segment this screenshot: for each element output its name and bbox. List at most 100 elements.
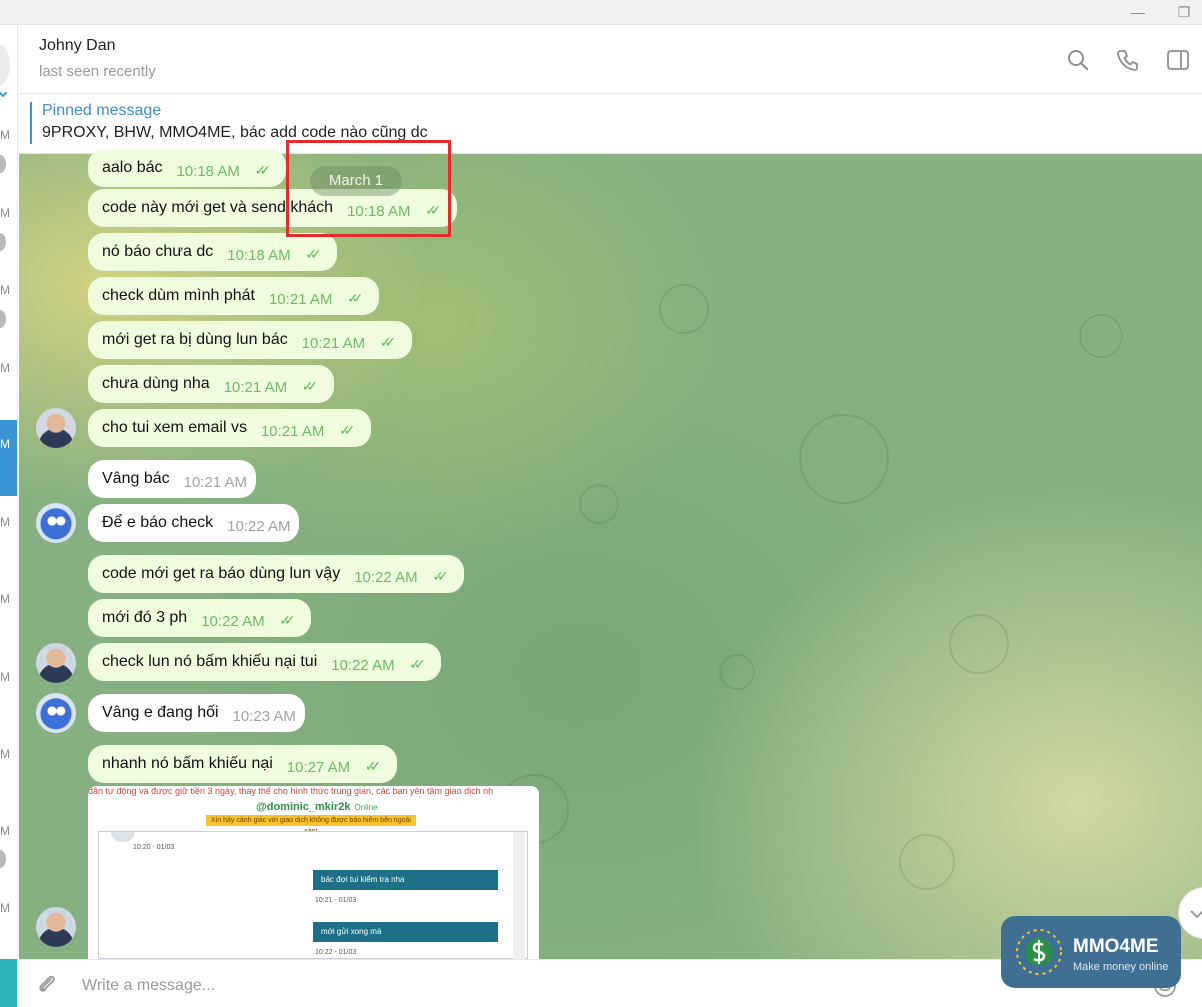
chat-list-item-time[interactable]: M xyxy=(0,824,10,838)
chevron-down-icon xyxy=(1190,910,1202,919)
message-time: 10:21 AM xyxy=(301,335,366,352)
image-message[interactable]: dân tự động và được giữ tiền 3 ngày, tha… xyxy=(88,786,539,959)
chat-list-avatar[interactable] xyxy=(0,45,10,85)
message-text: check dùm mình phát xyxy=(102,287,255,304)
chat-list-item-time[interactable]: M xyxy=(0,283,10,297)
chat-list-item-time[interactable]: M xyxy=(0,592,10,606)
chat-header: Johny Dan last seen recently xyxy=(19,25,1202,94)
read-check-icon: ✓✓ xyxy=(346,290,364,306)
message-text: chưa dùng nha xyxy=(102,375,210,392)
image-scrollbar xyxy=(513,832,525,959)
chat-list-item-time[interactable]: M xyxy=(0,515,10,529)
chat-list-item-time[interactable]: M xyxy=(0,361,10,375)
message-bubble-outgoing[interactable]: chưa dùng nha 10:21 AM ✓✓ xyxy=(88,365,334,403)
message-text: mới get ra bị dùng lun bác xyxy=(102,331,288,348)
message-time: 10:21 AM xyxy=(260,423,325,440)
message-time: 10:22 AM xyxy=(201,613,265,630)
doodle-pattern xyxy=(1079,314,1123,358)
minimize-button[interactable]: — xyxy=(1127,2,1149,22)
message-bubble-outgoing[interactable]: check dùm mình phát 10:21 AM ✓✓ xyxy=(88,277,379,315)
sidebar-toggle-icon[interactable] xyxy=(1165,47,1191,73)
read-check-icon: ✓✓ xyxy=(364,758,382,774)
chat-list-item-time[interactable]: M xyxy=(0,747,10,761)
message-time: 10:22 AM xyxy=(331,657,395,674)
unread-badge xyxy=(0,233,6,251)
image-entry-time: 10:21 - 01/03 xyxy=(315,897,357,904)
chat-list-item-time[interactable]: M xyxy=(0,128,10,142)
attach-icon[interactable] xyxy=(35,973,59,997)
watermark-logo: MMO4ME Make money online xyxy=(1001,916,1181,988)
image-avatar xyxy=(111,832,135,842)
doodle-pattern xyxy=(719,654,755,690)
watermark-tagline: Make money online xyxy=(1073,961,1169,973)
search-icon[interactable] xyxy=(1065,47,1091,73)
sidebar-footer xyxy=(0,959,17,1007)
image-warning-banner: Xin hãy cảnh giác với giao dịch không đư… xyxy=(206,815,416,835)
message-bubble-outgoing[interactable]: nhanh nó bấm khiếu nại 10:27 AM ✓✓ xyxy=(88,745,397,783)
message-bubble-outgoing[interactable]: mới get ra bị dùng lun bác 10:21 AM ✓✓ xyxy=(88,321,412,359)
message-bubble-incoming[interactable]: Vâng bác 10:21 AM xyxy=(88,460,256,498)
avatar[interactable] xyxy=(36,643,76,683)
message-bubble-incoming[interactable]: Vâng e đang hối 10:23 AM xyxy=(88,694,305,732)
message-bubble-outgoing[interactable]: check lun nó bấm khiếu nại tui 10:22 AM ✓✓ xyxy=(88,643,442,681)
read-check-icon: ✓✓ xyxy=(409,656,426,672)
chat-list-item-time[interactable]: M xyxy=(0,206,10,220)
chat-status: last seen recently xyxy=(39,63,156,80)
message-text: nhanh nó bấm khiếu nại xyxy=(102,755,273,772)
pinned-accent-bar xyxy=(30,102,32,144)
message-bubble-outgoing[interactable]: code mới get ra báo dùng lun vậy 10:22 AM… xyxy=(88,555,465,593)
doodle-pattern xyxy=(659,284,709,334)
message-time: 10:18 AM xyxy=(176,163,240,180)
doodle-pattern xyxy=(799,414,889,504)
message-bubble-incoming[interactable]: Để e báo check 10:22 AM xyxy=(88,504,300,542)
pinned-message-bar[interactable]: Pinned message 9PROXY, BHW, MMO4ME, bác … xyxy=(19,94,1202,154)
message-text: nó báo chưa dc xyxy=(102,243,214,260)
read-check-icon: ✓✓ xyxy=(379,334,397,350)
unread-badge xyxy=(0,155,6,173)
message-time: 10:22 AM xyxy=(354,569,418,586)
message-text: mới đó 3 ph xyxy=(102,609,188,626)
message-time: 10:21 AM xyxy=(223,379,288,396)
highlight-box xyxy=(286,140,451,237)
chat-list-item-time[interactable]: M xyxy=(0,670,10,684)
read-check-icon: ✓✓ xyxy=(279,612,296,628)
chat-list-sidebar: M M M M M M M M M M M xyxy=(0,25,18,1007)
avatar[interactable] xyxy=(36,503,76,543)
read-check-icon: ✓✓ xyxy=(338,422,356,438)
message-text: code mới get ra báo dùng lun vậy xyxy=(102,565,341,582)
message-input[interactable]: Write a message... xyxy=(82,977,215,995)
image-entry-time: 10:22 - 01/03 xyxy=(315,949,357,956)
message-text: Vâng e đang hối xyxy=(102,704,219,721)
chat-list-item-active[interactable]: M xyxy=(0,420,17,496)
read-check-icon: ✓✓ xyxy=(305,246,322,262)
pinned-title: Pinned message xyxy=(42,102,162,119)
image-entry-bubble: mới gửi xong mà xyxy=(313,922,498,942)
chat-list-item-time[interactable]: M xyxy=(0,901,10,915)
doodle-pattern xyxy=(899,834,955,890)
online-status: Online xyxy=(354,803,378,812)
message-text: check lun nó bấm khiếu nại tui xyxy=(102,653,318,670)
message-time: 10:23 AM xyxy=(232,708,296,725)
avatar[interactable] xyxy=(36,408,76,448)
doodle-pattern xyxy=(579,484,619,524)
avatar[interactable] xyxy=(36,907,76,947)
read-check-icon: ✓✓ xyxy=(254,162,271,178)
message-bubble-outgoing[interactable]: nó báo chưa dc 10:18 AM ✓✓ xyxy=(88,233,338,271)
restore-button[interactable]: ❐ xyxy=(1173,2,1195,22)
image-entry-bubble: bác đợi tui kiểm tra nha xyxy=(313,870,498,890)
message-text: Để e báo check xyxy=(102,514,214,531)
unread-badge xyxy=(0,310,6,328)
unread-badge xyxy=(0,850,6,868)
image-entry-time: 10:20 - 01/03 xyxy=(133,844,175,851)
message-time: 10:27 AM xyxy=(286,759,351,776)
message-time: 10:21 AM xyxy=(183,474,247,491)
message-time: 10:21 AM xyxy=(268,291,333,308)
message-text: aalo bác xyxy=(102,159,163,176)
chat-title[interactable]: Johny Dan xyxy=(39,37,116,55)
image-chat-panel: 10:20 - 01/03 bác đợi tui kiểm tra nha 1… xyxy=(98,831,528,959)
message-bubble-outgoing[interactable]: aalo bác 10:18 AM ✓✓ xyxy=(88,149,287,187)
avatar[interactable] xyxy=(36,693,76,733)
message-bubble-outgoing[interactable]: mới đó 3 ph 10:22 AM ✓✓ xyxy=(88,599,312,637)
phone-icon[interactable] xyxy=(1115,47,1141,73)
message-bubble-outgoing[interactable]: cho tui xem email vs 10:21 AM ✓✓ xyxy=(88,409,371,447)
